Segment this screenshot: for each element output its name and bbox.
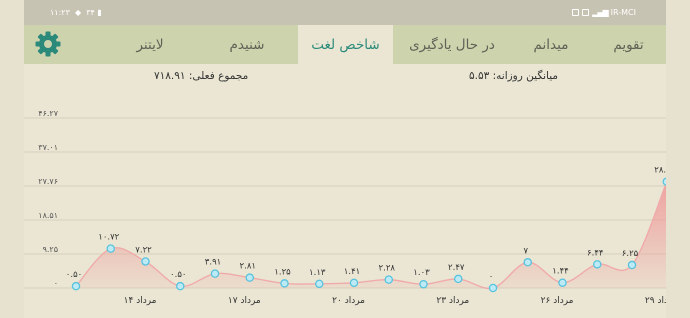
x-date-label: ۱۷ مرداد [228,296,261,306]
content-area: مجموع فعلی: ۷۱۸.۹۱ میانگین روزانه: ۵.۵۳ … [24,64,666,318]
word-index-chart: ۴۶.۲۷ ۳۷.۰۱ ۲۷.۷۶ ۱۸.۵۱ ۹.۲۵ ۰ ۰.۵۰ ۱۰.۷۲ ۷.۲۲ ۰.… [24,109,666,306]
status-left: ۱۱:۲۳ ◆ ۳۴ ▮ [50,8,102,17]
x-date-label: ۲۹ مرداد [645,296,666,306]
series-line [75,181,666,290]
data-label: ۷ [523,246,528,256]
data-label: ۱.۴۴ [552,267,568,277]
data-label: ۱.۰۳ [413,268,430,278]
data-label: ۶.۴۴ [587,248,603,258]
nav-bar: تقویم میدانم در حال یادگیری شاخص لغت شنی… [24,25,666,64]
data-point [419,279,428,289]
data-point [349,278,359,288]
data-point [627,260,637,270]
data-label: ۱.۴۱ [344,267,360,277]
data-point [141,257,150,266]
data-point [314,279,324,289]
gear-icon [35,31,61,57]
data-label: ۷.۲۲ [135,245,152,255]
data-label: ۲.۴۷ [448,263,465,273]
y-tick-label: ۱۸.۵۱ [38,211,58,220]
data-point [523,258,532,267]
data-label: ۲.۲۸ [379,264,396,274]
y-tick-label: ۲۷.۷۶ [38,177,58,186]
y-tick-label: ۴۶.۲۷ [38,109,58,118]
data-label: ۰ [489,272,494,282]
tab-learning[interactable]: در حال یادگیری [393,25,511,64]
data-label: ۳.۹۱ [205,258,221,268]
y-tick-label: ۹.۲۵ [43,245,58,254]
data-label: ۰.۵۰ [66,270,82,280]
x-date-label: ۲۳ مرداد [436,296,469,306]
tab-calendar[interactable]: تقویم [591,25,666,64]
data-point [662,177,666,186]
notification-icon [582,9,590,16]
instagram-icon [572,9,580,16]
data-label: ۱۰.۷۲ [98,233,119,243]
data-label: ۱.۲۵ [274,267,291,277]
data-label: ۱.۱۳ [309,268,326,278]
data-point [245,273,254,282]
y-tick-label: ۳۷.۰۱ [38,143,58,152]
area-fill [76,183,666,289]
y-tick-label: ۰ [54,279,58,288]
status-bar: ۱۱:۲۳ ◆ ۳۴ ▮ ▂▄▆ IR-MCI [24,0,666,25]
data-label: ۲۸.۹۴ [654,166,666,176]
status-right: ▂▄▆ IR-MCI [572,8,636,17]
x-date-label: ۱۴ مرداد [124,296,157,306]
signal-icon: ▂▄▆ [592,8,609,17]
data-point [488,283,498,293]
data-point [175,281,185,291]
x-date-label: ۲۰ مرداد [332,296,365,306]
data-label: ۶.۲۵ [622,249,639,259]
tab-known[interactable]: میدانم [511,25,591,64]
battery-text: ۳۴ [86,8,95,17]
data-point [593,260,602,269]
data-speed-icon: ◆ [72,8,84,17]
data-point [558,278,567,287]
tab-word-index[interactable]: شاخص لغت [298,25,393,64]
tab-leitner[interactable]: لایتنر [104,25,196,64]
data-point [106,244,116,253]
data-point [71,281,81,291]
data-point [210,269,220,278]
clock-text: ۱۱:۲۳ [50,8,70,17]
battery-icon: ▮ [97,8,102,17]
carrier-text: IR-MCI [610,8,636,17]
x-date-label: ۲۶ مرداد [541,296,574,306]
data-point [384,275,393,284]
settings-button[interactable] [32,28,64,60]
data-point [280,279,289,288]
data-label: ۲.۸۱ [240,262,256,272]
tab-heard[interactable]: شنیدم [196,25,298,64]
data-point [453,274,463,284]
data-label: ۰.۵۰ [170,270,186,280]
